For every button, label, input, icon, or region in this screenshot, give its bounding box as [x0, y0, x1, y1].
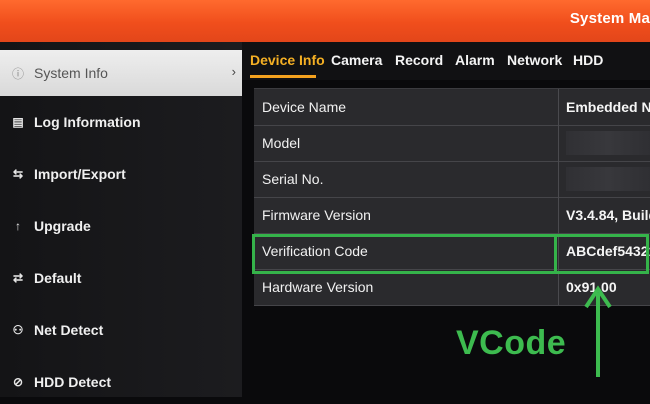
sidebar-item-label: Import/Export [34, 166, 126, 182]
model-label: Model [262, 135, 301, 151]
default-restore-icon: ⇄ [12, 271, 24, 285]
sidebar-item-label: Upgrade [34, 218, 91, 234]
table-row: Firmware Version V3.4.84, Build [254, 197, 650, 234]
highlight-divider [554, 237, 557, 271]
tab-alarm[interactable]: Alarm [455, 52, 495, 68]
sidebar-item-default[interactable]: ⇄ Default [0, 256, 242, 300]
serial-no-label: Serial No. [262, 171, 324, 187]
redacted-model-value [566, 131, 650, 155]
hardware-version-label: Hardware Version [262, 279, 374, 295]
tab-camera[interactable]: Camera [331, 52, 382, 68]
column-divider [558, 89, 559, 125]
sidebar-item-log-information[interactable]: ▤ Log Information [0, 100, 242, 144]
title-bar: System Ma [0, 0, 650, 42]
sidebar-item-hdd-detect[interactable]: ⊘ HDD Detect [0, 360, 242, 404]
hdd-icon: ⊘ [12, 375, 24, 389]
import-export-icon: ⇆ [12, 167, 24, 181]
firmware-version-value: V3.4.84, Build [566, 207, 650, 223]
active-tab-indicator [250, 75, 316, 78]
sidebar-item-system-info[interactable]: ⓘ System Info › [0, 50, 242, 96]
firmware-version-label: Firmware Version [262, 207, 371, 223]
log-icon: ▤ [12, 115, 24, 129]
device-name-label: Device Name [262, 99, 347, 115]
column-divider [558, 269, 559, 305]
chevron-right-icon: › [231, 64, 236, 79]
sidebar: ⓘ System Info › ▤ Log Information ⇆ Impo… [0, 42, 242, 397]
column-divider [558, 161, 559, 197]
tab-record[interactable]: Record [395, 52, 443, 68]
up-arrow-icon [584, 285, 612, 377]
window-title: System Ma [569, 10, 650, 27]
tab-hdd[interactable]: HDD [573, 52, 603, 68]
redacted-serial-value [566, 167, 650, 191]
upgrade-arrow-icon: ↑ [15, 219, 21, 233]
tab-device-info[interactable]: Device Info [250, 52, 325, 68]
network-icon: ⚇ [12, 323, 24, 337]
tab-network[interactable]: Network [507, 52, 562, 68]
table-row: Model [254, 125, 650, 162]
verification-code-highlight-box [252, 234, 649, 274]
sidebar-item-label: HDD Detect [34, 374, 112, 390]
sidebar-item-upgrade[interactable]: ↑ Upgrade [0, 204, 242, 248]
device-name-value: Embedded Net [566, 99, 650, 115]
sidebar-item-import-export[interactable]: ⇆ Import/Export [0, 152, 242, 196]
column-divider [558, 125, 559, 161]
sidebar-item-label: Log Information [34, 114, 141, 130]
sidebar-item-label: Default [34, 270, 82, 286]
tab-bar: Device Info Camera Record Alarm Network … [242, 42, 650, 80]
sidebar-item-label: Net Detect [34, 322, 104, 338]
info-circle-icon: ⓘ [11, 66, 24, 81]
vcode-annotation: VCode [456, 324, 567, 362]
sidebar-item-net-detect[interactable]: ⚇ Net Detect [0, 308, 242, 352]
column-divider [558, 197, 559, 233]
table-row: Device Name Embedded Net [254, 89, 650, 126]
table-row: Serial No. [254, 161, 650, 198]
sidebar-item-label: System Info [34, 65, 108, 81]
